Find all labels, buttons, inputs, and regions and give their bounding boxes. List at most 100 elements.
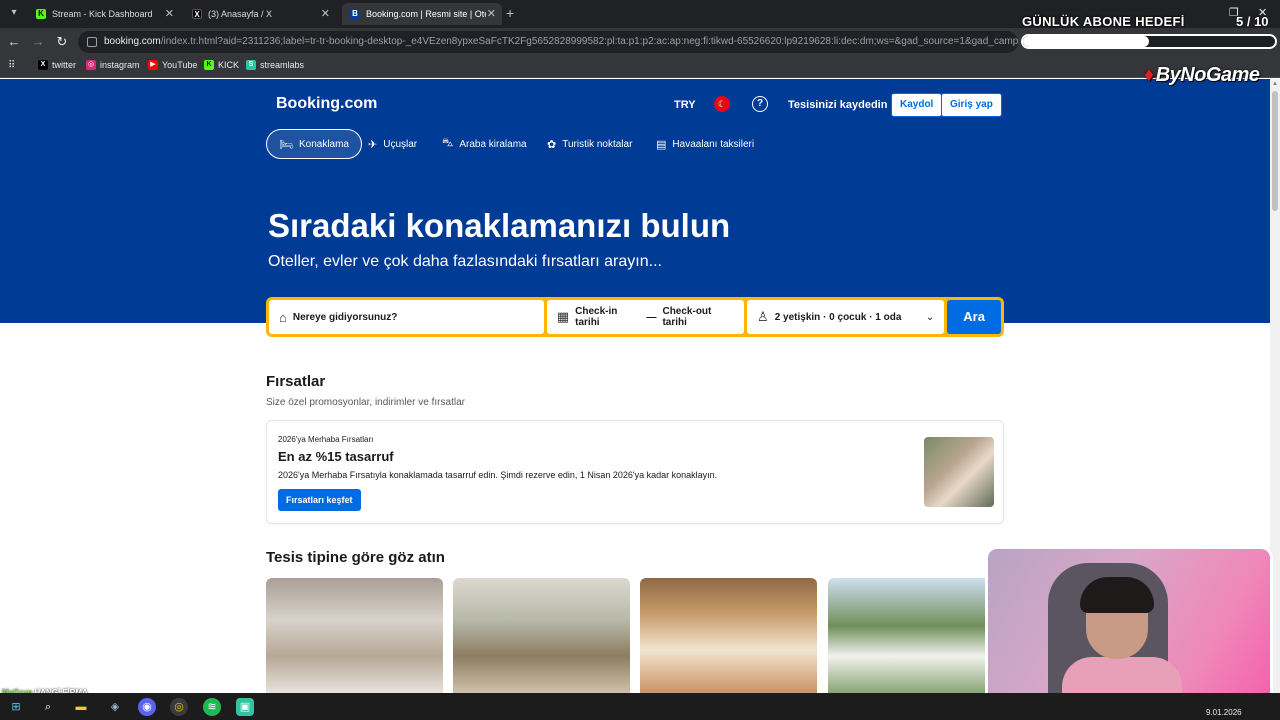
nav-stays[interactable]: 🛏︎ Konaklama: [266, 129, 362, 159]
kick-icon: K: [36, 9, 46, 19]
bynogame-logo: ♦ ByNoGame: [1144, 64, 1260, 87]
reload-icon[interactable]: ↻: [54, 34, 70, 50]
chrome-icon[interactable]: ◎: [170, 698, 188, 716]
taskbar: ⊞ ⌕ ▬ ◈ ◉ ◎ ≋ ▣ 9.01.2026: [0, 693, 1280, 720]
new-tab-icon[interactable]: +: [506, 5, 514, 21]
streamlabs-icon[interactable]: ▣: [236, 698, 254, 716]
register-button[interactable]: Kaydol: [891, 93, 943, 117]
taxi-icon: ▤: [656, 138, 667, 151]
property-type-card[interactable]: [266, 578, 443, 693]
streamer-hair: [1080, 577, 1154, 613]
list-property-link[interactable]: Tesisinizi kaydedin: [788, 99, 887, 111]
booking-logo[interactable]: Booking.com: [276, 95, 377, 113]
chevron-down-icon: ⌄: [925, 311, 935, 323]
deals-title: Fırsatlar: [266, 373, 326, 390]
subscriber-goal-title: GÜNLÜK ABONE HEDEFİ: [1022, 14, 1185, 29]
guests-selector[interactable]: ♙ 2 yetişkin · 0 çocuk · 1 oda ⌄: [747, 300, 945, 334]
nav-attractions[interactable]: ✿ Turistik noktalar: [535, 129, 644, 159]
apps-icon[interactable]: ⠿: [8, 60, 15, 71]
property-type-card[interactable]: [453, 578, 630, 693]
taskbar-date: 9.01.2026: [1206, 708, 1242, 717]
search-icon[interactable]: ⌕: [39, 698, 57, 716]
checkin-label: Check-in tarihi: [575, 306, 618, 328]
nav-airport-taxis[interactable]: ▤ Havaalanı taksileri: [644, 129, 766, 159]
deal-card: 2026'ya Merhaba Fırsatları En az %15 tas…: [266, 420, 1004, 524]
turkey-flag-icon[interactable]: ☾: [714, 96, 730, 112]
tab-booking[interactable]: B Booking.com | Resmi site | Otel ✕: [342, 3, 502, 25]
file-explorer-icon[interactable]: ▬: [72, 698, 90, 716]
nav-flights[interactable]: ✈︎ Uçuşlar: [356, 129, 429, 159]
windows-start-icon[interactable]: ⊞: [7, 698, 25, 716]
bed-icon: ⌂: [279, 309, 287, 325]
url-path: /index.tr.html?aid=2311236;label=tr-tr-b…: [160, 36, 1018, 47]
kick-icon: K: [204, 60, 214, 70]
property-type-card[interactable]: [640, 578, 817, 693]
tab-title: Booking.com | Resmi site | Otel: [366, 9, 486, 19]
nav-label: Havaalanı taksileri: [672, 138, 755, 150]
destination-input[interactable]: ⌂ Nereye gidiyorsunuz?: [269, 300, 544, 334]
deal-photo: [924, 437, 994, 507]
attraction-icon: ✿: [547, 138, 557, 151]
checkout-label: Check-out tarihi: [662, 306, 712, 328]
nav-label: Uçuşlar: [383, 138, 418, 150]
date-separator: —: [646, 311, 657, 323]
bookmark-youtube[interactable]: ▶ YouTube: [148, 60, 197, 70]
bookmark-twitter[interactable]: X twitter: [38, 60, 76, 70]
tab-search-icon[interactable]: ▾: [6, 5, 22, 21]
subscriber-goal-count: 5 / 10: [1236, 14, 1269, 29]
search-button[interactable]: Ara: [947, 300, 1001, 334]
brand-text: ByNoGame: [1155, 64, 1260, 86]
scroll-up-icon[interactable]: ▲: [1272, 81, 1278, 87]
destination-placeholder: Nereye gidiyorsunuz?: [292, 311, 398, 323]
nav-label: Turistik noktalar: [562, 138, 633, 150]
subscriber-goal-bar: [1021, 34, 1277, 49]
x-icon: X: [192, 9, 202, 19]
flame-icon: ♦: [1144, 64, 1154, 86]
discord-icon[interactable]: ◉: [138, 698, 156, 716]
subscriber-goal-fill: [1023, 36, 1149, 47]
close-icon[interactable]: ✕: [165, 7, 174, 20]
bookmark-instagram[interactable]: ◎ instagram: [86, 60, 140, 70]
tab-kick-dashboard[interactable]: K Stream - Kick Dashboard ✕: [28, 3, 180, 25]
url-input[interactable]: booking.com/index.tr.html?aid=2311236;la…: [78, 31, 1018, 53]
hero-subtitle: Oteller, evler ve çok daha fazlasındaki …: [268, 253, 662, 270]
bed-icon: 🛏︎: [279, 138, 293, 151]
spotify-icon[interactable]: ≋: [203, 698, 221, 716]
explore-deals-button[interactable]: Fırsatları keşfet: [278, 489, 361, 511]
nav-car-rental[interactable]: ⛍ Araba kiralama: [430, 129, 539, 159]
back-icon[interactable]: ←: [6, 34, 22, 50]
calendar-icon: ▦: [556, 309, 570, 324]
site-info-icon[interactable]: [87, 37, 97, 47]
deal-description: 2026'ya Merhaba Fırsatıyla konaklamada t…: [278, 470, 718, 480]
youtube-icon: ▶: [148, 60, 158, 70]
close-icon[interactable]: ✕: [321, 7, 330, 20]
webcam-overlay: [985, 546, 1273, 706]
search-bar: ⌂ Nereye gidiyorsunuz? ▦ Check-in tarihi…: [266, 297, 1004, 337]
bookmark-label: YouTube: [162, 60, 198, 70]
app-icon[interactable]: ◈: [106, 698, 124, 716]
forward-icon[interactable]: →: [30, 34, 46, 50]
hero-title: Sıradaki konaklamanızı bulun: [268, 207, 731, 244]
scrollbar-thumb[interactable]: [1272, 91, 1278, 211]
help-icon[interactable]: ?: [752, 96, 768, 112]
bookmark-streamlabs[interactable]: S streamlabs: [246, 60, 304, 70]
bookmark-label: KICK: [218, 60, 240, 70]
bookmark-label: twitter: [52, 60, 77, 70]
guests-label: 2 yetişkin · 0 çocuk · 1 oda: [774, 311, 902, 323]
bookmark-label: streamlabs: [260, 60, 305, 70]
deal-kicker: 2026'ya Merhaba Fırsatları: [278, 435, 374, 444]
bookmark-kick[interactable]: K KICK: [204, 60, 239, 70]
car-icon: ⛍: [442, 137, 454, 149]
close-icon[interactable]: ✕: [487, 7, 496, 20]
deal-headline: En az %15 tasarruf: [278, 449, 394, 464]
signin-button[interactable]: Giriş yap: [941, 93, 1002, 117]
instagram-icon: ◎: [86, 60, 96, 70]
currency-selector[interactable]: TRY: [674, 99, 696, 111]
plane-icon: ✈︎: [368, 138, 378, 151]
property-type-card[interactable]: [828, 578, 1005, 693]
booking-icon: B: [350, 9, 360, 19]
person-icon: ♙: [757, 309, 769, 324]
nav-label: Konaklama: [298, 138, 349, 150]
date-picker[interactable]: ▦ Check-in tarihi — Check-out tarihi: [546, 300, 745, 334]
tab-x-home[interactable]: X (3) Anasayfa / X ✕: [184, 3, 336, 25]
